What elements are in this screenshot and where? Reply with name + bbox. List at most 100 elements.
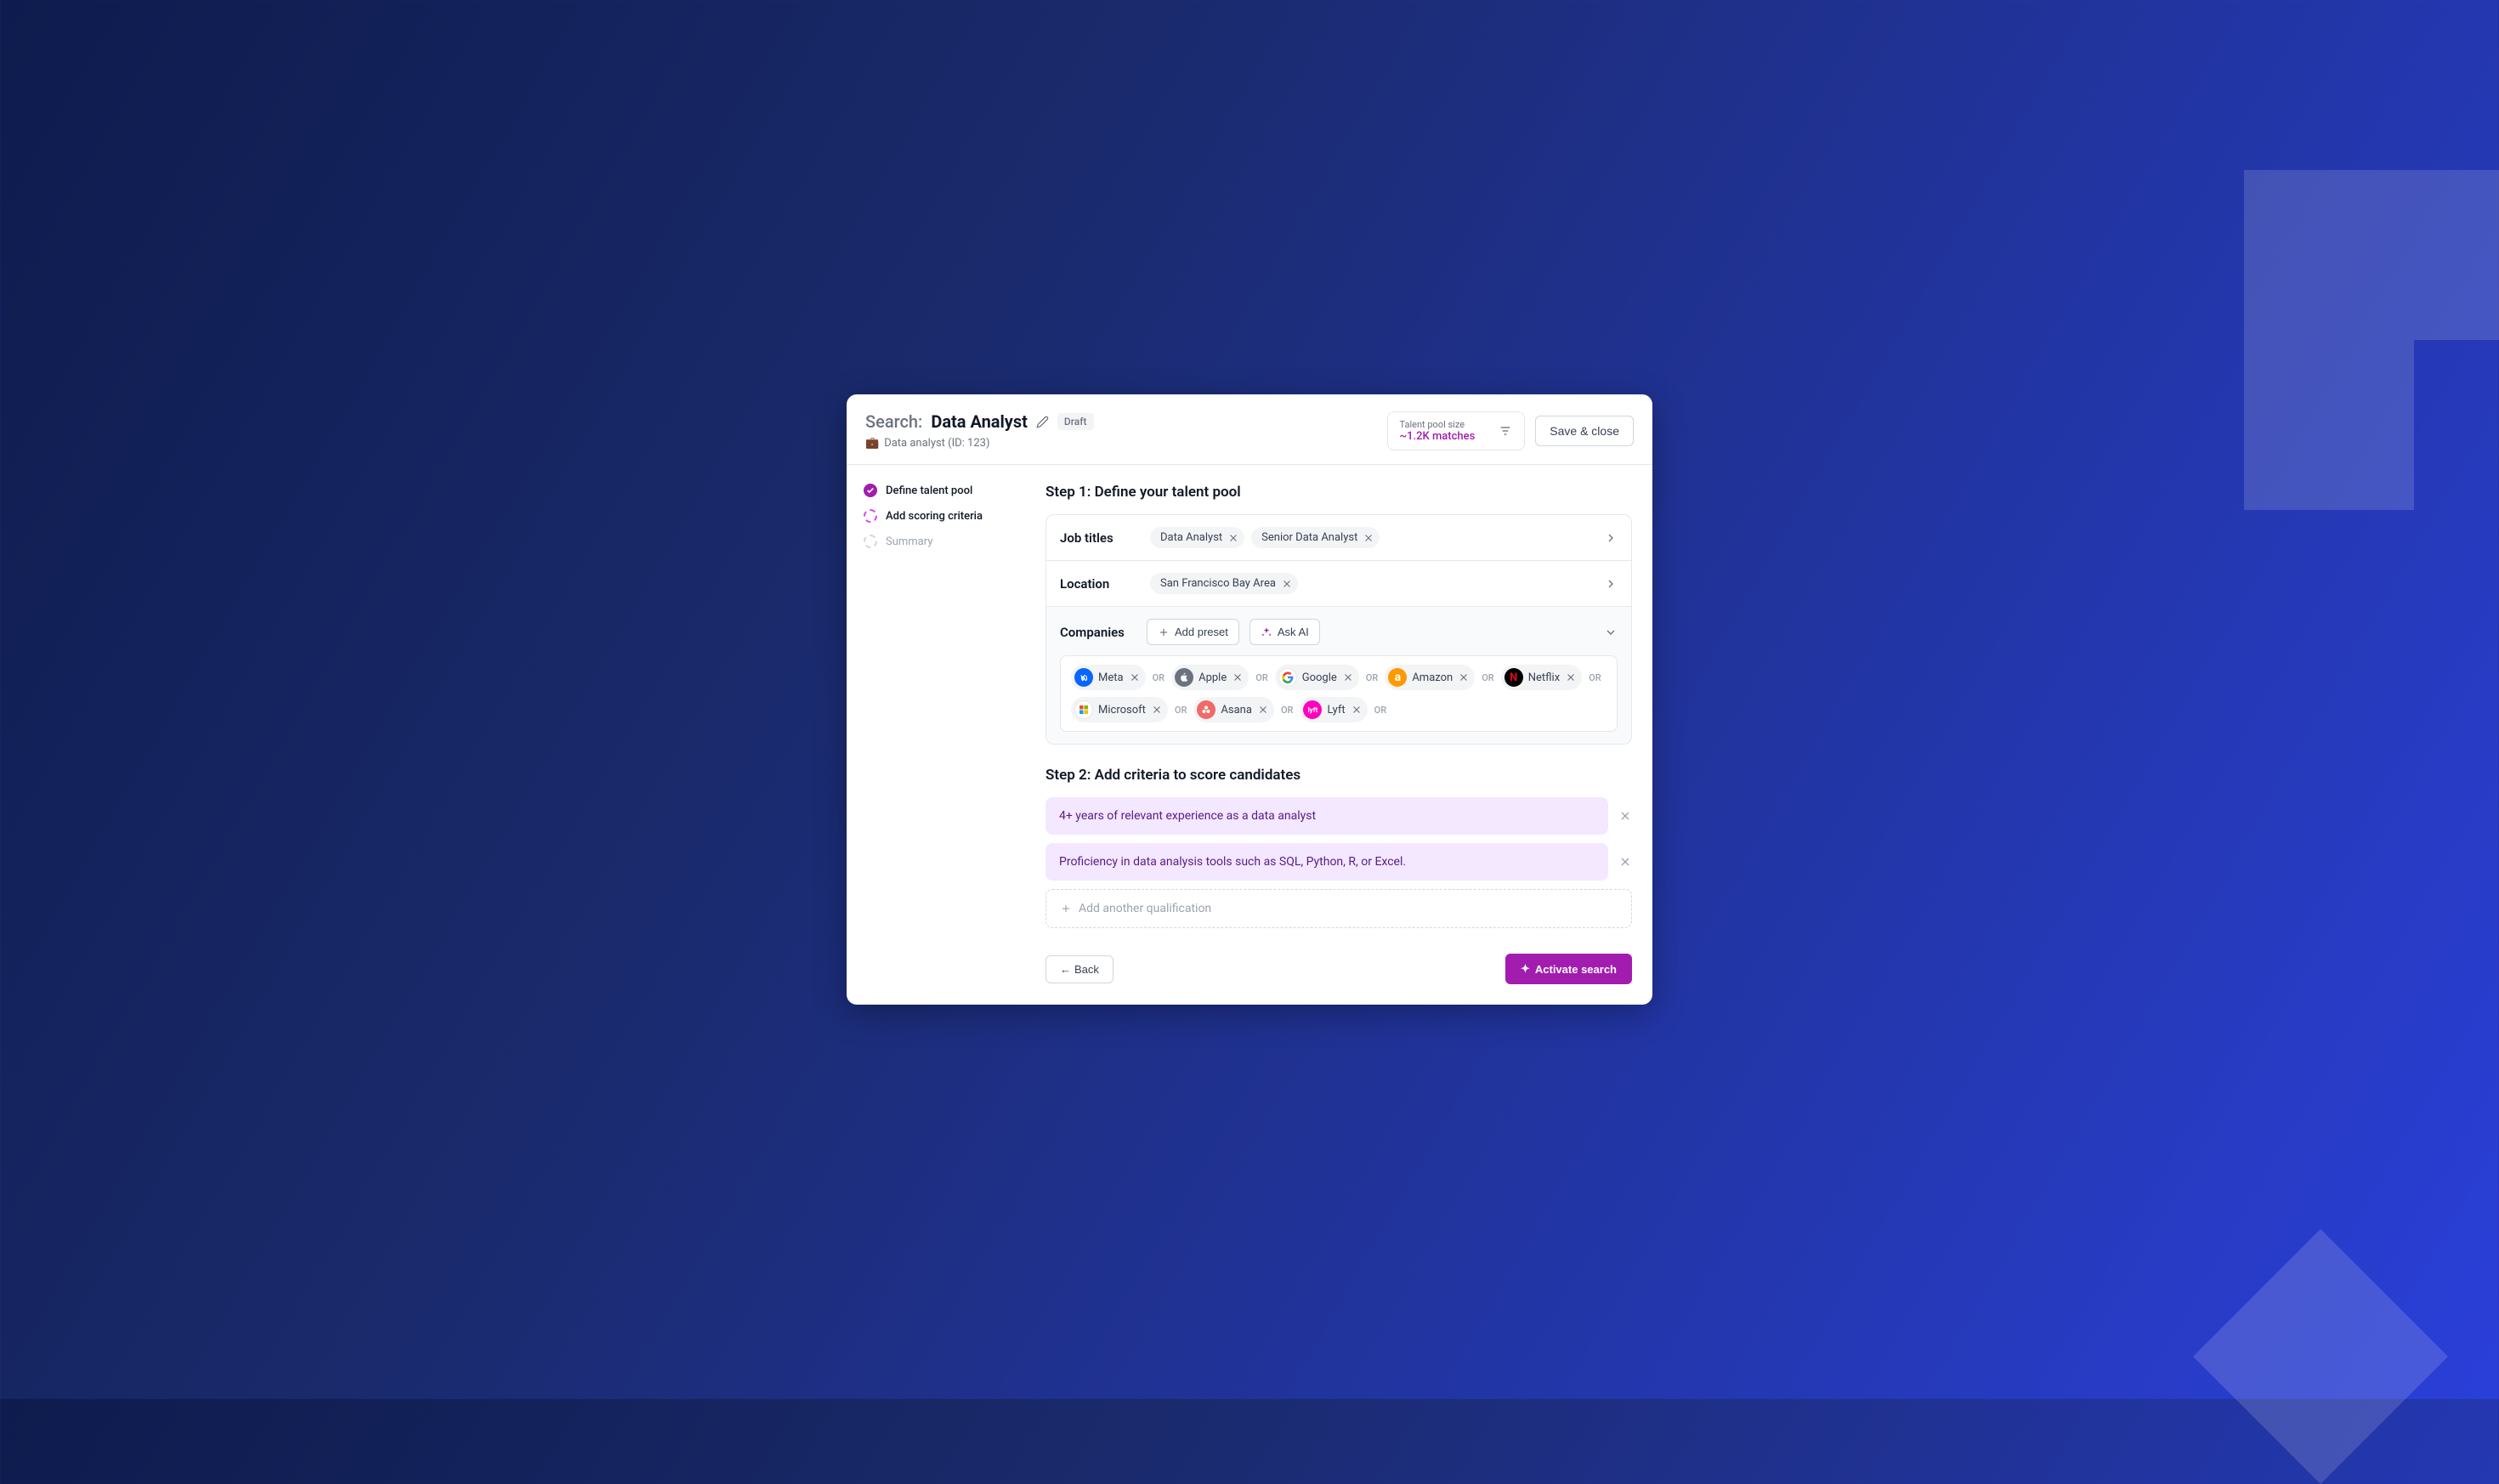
add-criterion-label: Add another qualification [1079, 902, 1211, 915]
job-titles-row[interactable]: Job titles Data AnalystSenior Data Analy… [1046, 515, 1631, 561]
plus-icon [1060, 903, 1072, 915]
chevron-right-icon[interactable] [1604, 531, 1618, 545]
company-remove-icon[interactable] [1257, 704, 1269, 716]
company-chip-lyft: lyftLyft [1300, 697, 1367, 722]
sidebar-step-summary[interactable]: Summary [864, 535, 1025, 548]
or-separator: OR [1153, 672, 1165, 683]
companies-list: Meta OR Apple OR Google OR aAmazon OR NNetflix OR… [1060, 655, 1618, 732]
location-label: Location [1060, 576, 1136, 592]
criteria-list: 4+ years of relevant experience as a dat… [1046, 797, 1632, 889]
save-close-button[interactable]: Save & close [1535, 416, 1634, 446]
sparkle-icon [1261, 626, 1272, 638]
criterion-row: Proficiency in data analysis tools such … [1046, 843, 1632, 881]
company-remove-icon[interactable] [1151, 704, 1163, 716]
criterion-remove-icon[interactable] [1618, 855, 1632, 869]
add-preset-button[interactable]: Add preset [1147, 619, 1239, 645]
company-remove-icon[interactable] [1342, 671, 1354, 683]
title-prefix: Search: [865, 411, 922, 432]
body: Define talent pool Add scoring criteria … [847, 465, 1652, 1005]
company-remove-icon[interactable] [1129, 671, 1141, 683]
tag: San Francisco Bay Area [1150, 573, 1298, 594]
location-tags: San Francisco Bay Area [1150, 573, 1590, 594]
chevron-right-icon[interactable] [1604, 577, 1618, 591]
company-chip-apple: Apple [1171, 665, 1249, 690]
sidebar-step-define[interactable]: Define talent pool [864, 484, 1025, 497]
companies-label: Companies [1060, 625, 1136, 640]
company-name: Meta [1098, 671, 1124, 684]
or-separator: OR [1589, 672, 1601, 683]
plus-icon [1158, 626, 1170, 638]
tag: Senior Data Analyst [1251, 527, 1380, 548]
sparkle-icon: ✦ [1521, 962, 1530, 976]
search-config-card: Search: Data Analyst Draft 💼 Data analys… [847, 394, 1652, 1005]
step-label: Add scoring criteria [886, 510, 983, 523]
step-label: Define talent pool [886, 484, 972, 497]
or-separator: OR [1255, 672, 1268, 683]
company-name: Netflix [1528, 671, 1560, 684]
company-chip-netflix: NNetflix [1501, 665, 1582, 690]
ask-ai-button[interactable]: Ask AI [1250, 619, 1320, 645]
company-name: Amazon [1412, 671, 1453, 684]
pool-size-count: ~1.2K matches [1400, 430, 1476, 443]
company-remove-icon[interactable] [1565, 671, 1577, 683]
companies-row: Companies Add preset Ask AI Meta OR Apple O… [1046, 607, 1631, 744]
company-remove-icon[interactable] [1232, 671, 1244, 683]
tag-remove-icon[interactable] [1363, 532, 1374, 544]
or-separator: OR [1281, 705, 1294, 716]
filter-icon[interactable] [1499, 424, 1512, 438]
chevron-down-icon[interactable] [1604, 626, 1618, 639]
job-titles-tags: Data Analyst Senior Data Analyst [1150, 527, 1590, 548]
subtitle: 💼 Data analyst (ID: 123) [865, 437, 1094, 450]
company-chip-asana: Asana [1193, 697, 1274, 722]
company-name: Lyft [1327, 704, 1345, 717]
header-left: Search: Data Analyst Draft 💼 Data analys… [865, 411, 1094, 450]
sidebar-step-scoring[interactable]: Add scoring criteria [864, 509, 1025, 523]
tag-remove-icon[interactable] [1281, 578, 1293, 590]
criterion-text[interactable]: 4+ years of relevant experience as a dat… [1046, 797, 1608, 835]
company-name: Google [1302, 671, 1337, 684]
companies-header: Companies Add preset Ask AI [1060, 619, 1618, 645]
subtitle-text: Data analyst (ID: 123) [884, 437, 989, 450]
criterion-text[interactable]: Proficiency in data analysis tools such … [1046, 843, 1608, 881]
or-separator: OR [1175, 705, 1187, 716]
add-criterion-button[interactable]: Add another qualification [1046, 889, 1632, 928]
sidebar: Define talent pool Add scoring criteria … [847, 465, 1025, 1005]
company-remove-icon[interactable] [1351, 704, 1363, 716]
tag: Data Analyst [1150, 527, 1244, 548]
location-row[interactable]: Location San Francisco Bay Area [1046, 561, 1631, 607]
step2-title: Step 2: Add criteria to score candidates [1046, 767, 1632, 784]
briefcase-icon: 💼 [865, 437, 879, 450]
tag-label: Data Analyst [1160, 531, 1222, 544]
header-right: Talent pool size ~1.2K matches Save & cl… [1387, 411, 1635, 450]
search-title: Data Analyst [931, 411, 1028, 432]
company-name: Asana [1221, 704, 1252, 717]
main-content: Step 1: Define your talent pool Job titl… [1025, 465, 1652, 1005]
tag-label: Senior Data Analyst [1261, 531, 1357, 544]
step1-title: Step 1: Define your talent pool [1046, 484, 1632, 501]
company-name: Apple [1198, 671, 1227, 684]
criterion-row: 4+ years of relevant experience as a dat… [1046, 797, 1632, 835]
or-separator: OR [1366, 672, 1379, 683]
back-button[interactable]: ← Back [1046, 955, 1114, 983]
draft-badge: Draft [1057, 413, 1094, 430]
company-chip-google: Google [1275, 665, 1359, 690]
company-chip-microsoft: Microsoft [1071, 697, 1168, 722]
talent-pool-box[interactable]: Talent pool size ~1.2K matches [1387, 411, 1526, 450]
title-row: Search: Data Analyst Draft [865, 411, 1094, 432]
company-name: Microsoft [1098, 704, 1146, 717]
step-dot-icon [864, 509, 877, 523]
activate-search-button[interactable]: ✦ Activate search [1505, 954, 1632, 984]
check-icon [864, 484, 877, 497]
tag-remove-icon[interactable] [1227, 532, 1239, 544]
criterion-remove-icon[interactable] [1618, 809, 1632, 823]
arrow-left-icon: ← [1060, 963, 1071, 976]
or-separator: OR [1374, 705, 1387, 716]
company-remove-icon[interactable] [1458, 671, 1470, 683]
edit-icon[interactable] [1036, 416, 1049, 428]
footer-actions: ← Back ✦ Activate search [1046, 954, 1632, 984]
step-dot-icon [864, 535, 877, 548]
header: Search: Data Analyst Draft 💼 Data analys… [847, 394, 1652, 465]
pool-size-label: Talent pool size [1400, 419, 1476, 430]
tag-label: San Francisco Bay Area [1160, 577, 1276, 590]
company-chip-amazon: aAmazon [1385, 665, 1475, 690]
